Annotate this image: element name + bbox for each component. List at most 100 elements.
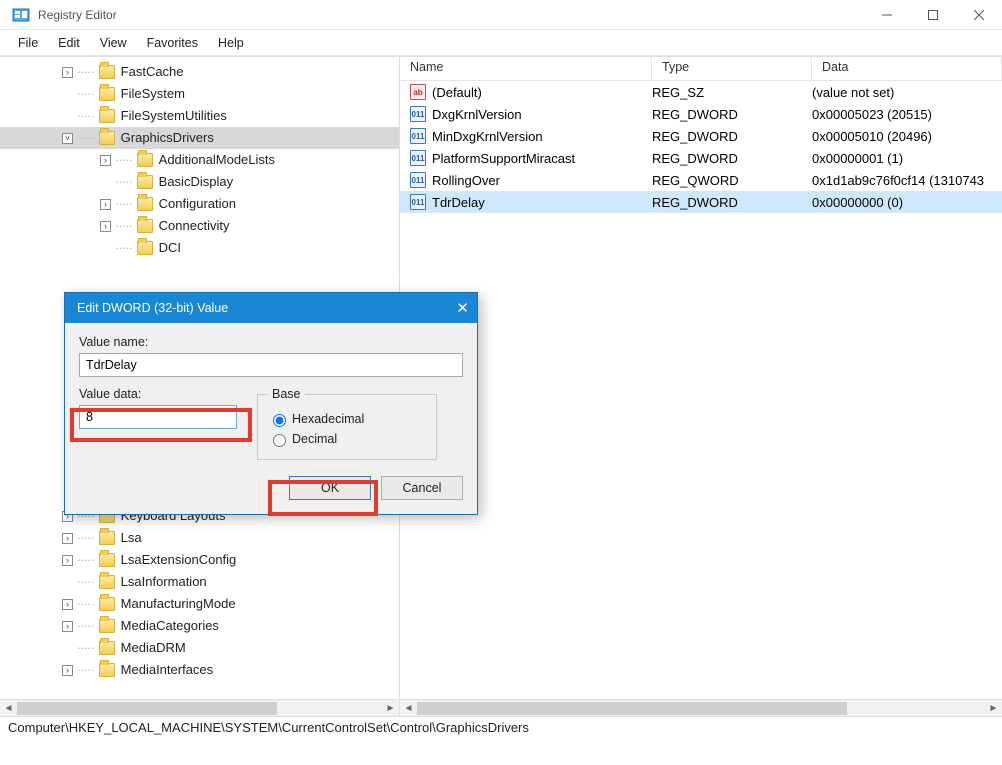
list-row[interactable]: 011TdrDelayREG_DWORD0x00000000 (0) bbox=[400, 191, 1002, 213]
binary-value-icon: 011 bbox=[410, 150, 426, 166]
tree-line: ····· bbox=[77, 105, 94, 127]
scroll-left-icon[interactable]: ◄ bbox=[400, 700, 417, 717]
scroll-right-icon[interactable]: ► bbox=[382, 700, 399, 717]
folder-icon bbox=[99, 641, 115, 655]
menu-file[interactable]: File bbox=[8, 33, 48, 53]
value-name-label: Value name: bbox=[79, 335, 463, 349]
folder-icon bbox=[99, 109, 115, 123]
tree-label: FileSystem bbox=[121, 83, 185, 105]
toggle-blank bbox=[62, 643, 73, 654]
tree-node[interactable]: ˅·····GraphicsDrivers bbox=[0, 127, 399, 149]
binary-value-icon: 011 bbox=[410, 106, 426, 122]
folder-icon bbox=[137, 241, 153, 255]
list-row[interactable]: 011DxgKrnlVersionREG_DWORD0x00005023 (20… bbox=[400, 103, 1002, 125]
tree-node[interactable]: ›·····ManufacturingMode bbox=[0, 593, 399, 615]
radio-hex-input[interactable] bbox=[273, 414, 286, 427]
dialog-close-icon[interactable]: ✕ bbox=[456, 299, 469, 317]
value-name-input[interactable] bbox=[79, 353, 463, 377]
maximize-button[interactable] bbox=[910, 0, 956, 30]
expand-icon[interactable]: › bbox=[100, 221, 111, 232]
list-hscroll[interactable]: ◄ ► bbox=[400, 699, 1002, 716]
value-name: (Default) bbox=[432, 85, 482, 100]
tree-label: GraphicsDrivers bbox=[121, 127, 214, 149]
expand-icon[interactable]: › bbox=[62, 533, 73, 544]
tree-line: ····· bbox=[77, 549, 94, 571]
expand-icon[interactable]: › bbox=[100, 155, 111, 166]
tree-node[interactable]: ·····MediaDRM bbox=[0, 637, 399, 659]
tree-node[interactable]: ·····LsaInformation bbox=[0, 571, 399, 593]
tree-label: Lsa bbox=[121, 527, 142, 549]
tree-hscroll[interactable]: ◄ ► bbox=[0, 699, 399, 716]
col-header-type[interactable]: Type bbox=[652, 57, 812, 80]
value-name: DxgKrnlVersion bbox=[432, 107, 522, 122]
binary-value-icon: 011 bbox=[410, 194, 426, 210]
tree-node[interactable]: ›·····Lsa bbox=[0, 527, 399, 549]
tree-label: MediaCategories bbox=[121, 615, 219, 637]
toggle-blank bbox=[62, 111, 73, 122]
toggle-blank bbox=[62, 577, 73, 588]
close-button[interactable] bbox=[956, 0, 1002, 30]
tree-node[interactable]: ›·····FastCache bbox=[0, 61, 399, 83]
tree-node[interactable]: ·····BasicDisplay bbox=[0, 171, 399, 193]
app-icon bbox=[12, 6, 30, 24]
value-data: (value not set) bbox=[812, 85, 1002, 100]
tree-line: ····· bbox=[115, 171, 132, 193]
minimize-button[interactable] bbox=[864, 0, 910, 30]
expand-icon[interactable]: › bbox=[100, 199, 111, 210]
expand-icon[interactable]: › bbox=[62, 555, 73, 566]
tree-node[interactable]: ›·····LsaExtensionConfig bbox=[0, 549, 399, 571]
scroll-left-icon[interactable]: ◄ bbox=[0, 700, 17, 717]
radio-dec-input[interactable] bbox=[273, 434, 286, 447]
tree-line: ····· bbox=[115, 237, 132, 259]
binary-value-icon: 011 bbox=[410, 128, 426, 144]
tree-node[interactable]: ›·····Configuration bbox=[0, 193, 399, 215]
window-title: Registry Editor bbox=[38, 8, 864, 22]
tree-node[interactable]: ›·····AdditionalModeLists bbox=[0, 149, 399, 171]
tree-label: FastCache bbox=[121, 61, 184, 83]
folder-icon bbox=[137, 219, 153, 233]
list-row[interactable]: 011PlatformSupportMiracastREG_DWORD0x000… bbox=[400, 147, 1002, 169]
expand-icon[interactable]: › bbox=[62, 599, 73, 610]
radio-dec[interactable]: Decimal bbox=[268, 431, 426, 447]
tree-node[interactable]: ·····FileSystemUtilities bbox=[0, 105, 399, 127]
menu-help[interactable]: Help bbox=[208, 33, 254, 53]
menu-favorites[interactable]: Favorites bbox=[137, 33, 208, 53]
tree-node[interactable]: ›·····MediaCategories bbox=[0, 615, 399, 637]
cancel-button[interactable]: Cancel bbox=[381, 476, 463, 500]
expand-icon[interactable]: › bbox=[62, 665, 73, 676]
dialog-title-bar[interactable]: Edit DWORD (32-bit) Value ✕ bbox=[65, 293, 477, 323]
tree-line: ····· bbox=[77, 659, 94, 681]
tree-label: Connectivity bbox=[159, 215, 230, 237]
tree-top[interactable]: ›·····FastCache·····FileSystem·····FileS… bbox=[0, 57, 399, 259]
scroll-right-icon[interactable]: ► bbox=[985, 700, 1002, 717]
menu-edit[interactable]: Edit bbox=[48, 33, 90, 53]
list-row[interactable]: 011MinDxgKrnlVersionREG_DWORD0x00005010 … bbox=[400, 125, 1002, 147]
edit-dword-dialog: Edit DWORD (32-bit) Value ✕ Value name: … bbox=[64, 292, 478, 515]
tree-node[interactable]: ·····DCI bbox=[0, 237, 399, 259]
list-header[interactable]: Name Type Data bbox=[400, 57, 1002, 81]
expand-icon[interactable]: › bbox=[62, 621, 73, 632]
col-header-data[interactable]: Data bbox=[812, 57, 1002, 80]
value-data: 0x00000001 (1) bbox=[812, 151, 1002, 166]
scroll-thumb[interactable] bbox=[17, 702, 277, 715]
collapse-icon[interactable]: ˅ bbox=[62, 133, 73, 144]
tree-node[interactable]: ·····FileSystem bbox=[0, 83, 399, 105]
status-bar: Computer\HKEY_LOCAL_MACHINE\SYSTEM\Curre… bbox=[0, 716, 1002, 740]
ok-button[interactable]: OK bbox=[289, 476, 371, 500]
value-name: TdrDelay bbox=[432, 195, 485, 210]
tree-node[interactable]: ›·····Connectivity bbox=[0, 215, 399, 237]
value-type: REG_DWORD bbox=[652, 129, 812, 144]
scroll-thumb[interactable] bbox=[417, 702, 847, 715]
tree-line: ····· bbox=[115, 193, 132, 215]
radio-hex-label: Hexadecimal bbox=[292, 412, 364, 426]
tree-node[interactable]: ›·····MediaInterfaces bbox=[0, 659, 399, 681]
expand-icon[interactable]: › bbox=[62, 67, 73, 78]
list-row[interactable]: ab(Default)REG_SZ(value not set) bbox=[400, 81, 1002, 103]
value-data-input[interactable] bbox=[79, 405, 237, 429]
col-header-name[interactable]: Name bbox=[400, 57, 652, 80]
list-row[interactable]: 011RollingOverREG_QWORD0x1d1ab9c76f0cf14… bbox=[400, 169, 1002, 191]
tree-bottom[interactable]: ›·····Keyboard Layouts›·····Lsa›·····Lsa… bbox=[0, 501, 399, 681]
tree-line: ····· bbox=[77, 593, 94, 615]
radio-hex[interactable]: Hexadecimal bbox=[268, 411, 426, 427]
menu-view[interactable]: View bbox=[90, 33, 137, 53]
